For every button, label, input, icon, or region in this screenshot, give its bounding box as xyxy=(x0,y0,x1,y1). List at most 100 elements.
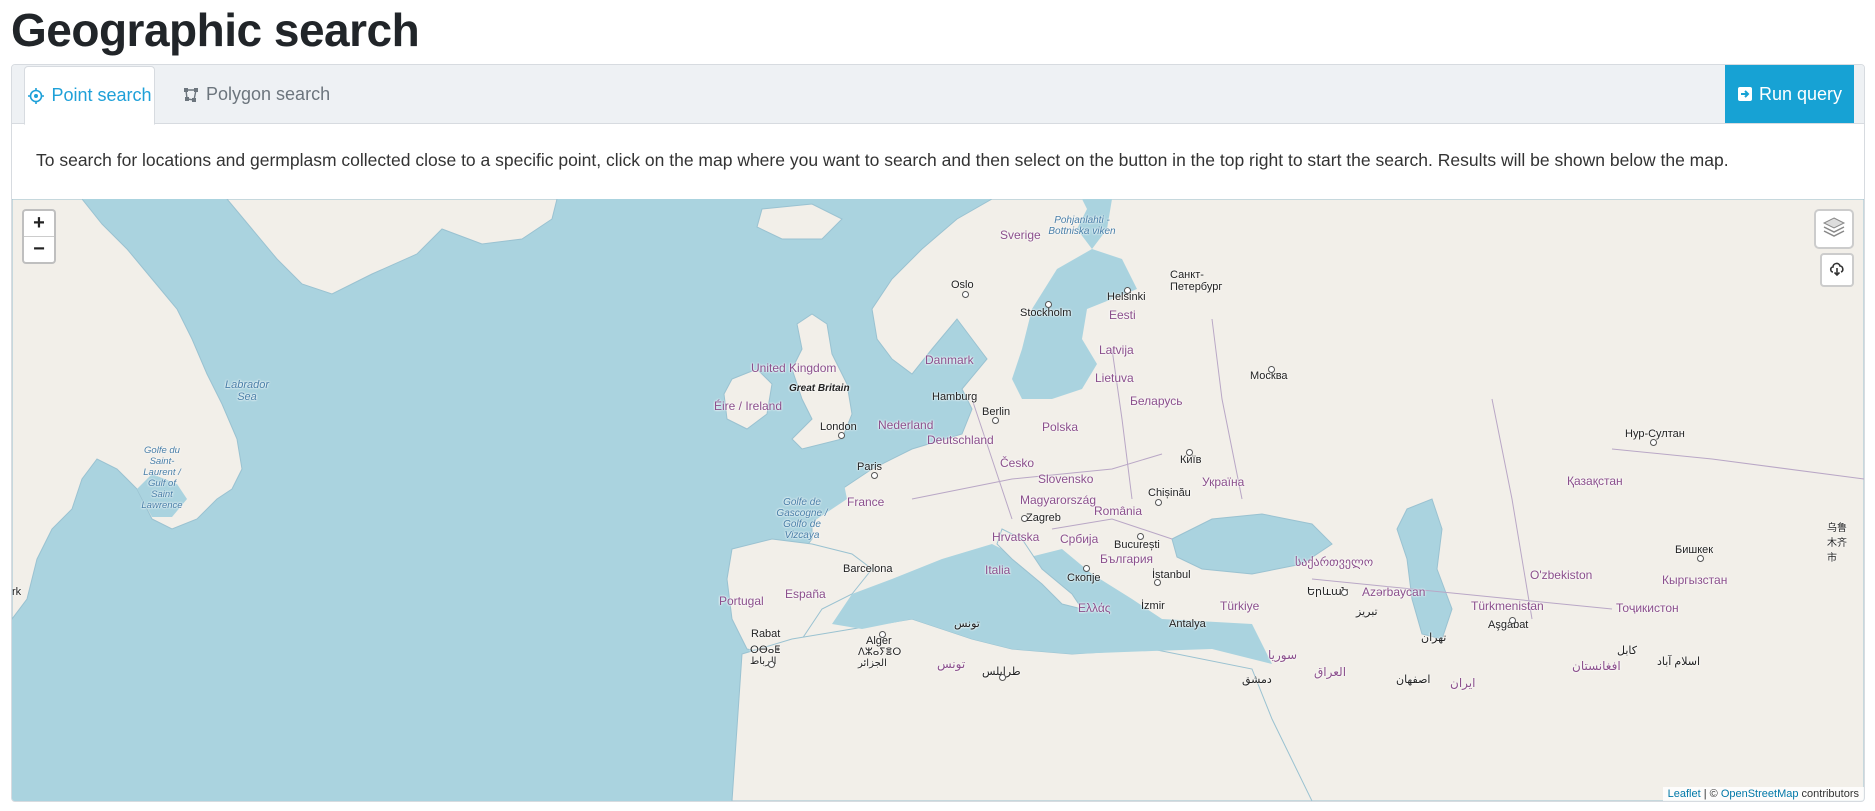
label-iran: ایران xyxy=(1450,676,1476,690)
label-urumqi: 乌鲁木齐市 xyxy=(1827,523,1847,564)
zoom-control: + − xyxy=(22,209,56,264)
tab-polygon-search-label: Polygon search xyxy=(206,84,331,104)
openstreetmap-link[interactable]: OpenStreetMap xyxy=(1721,788,1799,800)
label-surya: سوريا xyxy=(1268,648,1298,662)
city-marker xyxy=(838,432,845,439)
layers-icon xyxy=(1821,214,1847,245)
city-marker xyxy=(1186,449,1193,456)
run-query-button[interactable]: Run query xyxy=(1725,65,1854,123)
layers-button[interactable] xyxy=(1814,209,1854,249)
label-dimashq: دمشق xyxy=(1242,674,1272,686)
label-hamburg: Hamburg xyxy=(932,391,978,403)
label-espana: España xyxy=(785,587,826,601)
label-kyiv: Київ xyxy=(1180,454,1202,466)
label-eesti: Eesti xyxy=(1109,308,1136,322)
run-query-label: Run query xyxy=(1758,83,1843,104)
label-romania: România xyxy=(1094,504,1143,518)
search-card: Point search Polygon search Run query To… xyxy=(11,64,1865,802)
city-marker xyxy=(1697,555,1704,562)
label-afghanistan: افغانستان xyxy=(1572,659,1621,673)
label-srbija: Србија xyxy=(1060,532,1099,546)
label-izmir: İzmir xyxy=(1141,600,1165,612)
label-slovensko: Slovensko xyxy=(1038,472,1094,486)
label-france: France xyxy=(847,495,885,509)
label-spb: Санкт-Петербург xyxy=(1170,269,1223,293)
label-gb: Great Britain xyxy=(789,383,850,394)
label-deutschland: Deutschland xyxy=(927,433,994,447)
label-ellas: Ελλάς xyxy=(1078,601,1111,615)
label-tunis: تونس xyxy=(954,618,980,630)
label-cesko: Česko xyxy=(1000,456,1035,470)
label-islamabad: اسلام آباد xyxy=(1657,656,1701,668)
label-ukraina: Україна xyxy=(1202,475,1245,489)
zoom-out-button[interactable]: − xyxy=(24,236,54,262)
label-gascogne: Golfe de Gascogne / Golfo de Vizcaya xyxy=(776,497,828,541)
label-pohjanlahti: Pohjanlahti - Bottniska viken xyxy=(1048,215,1116,237)
city-marker xyxy=(962,291,969,298)
city-marker xyxy=(1124,287,1131,294)
cloud-download-icon xyxy=(1828,259,1846,282)
label-tojikiston: Тоҷикистон xyxy=(1616,601,1679,615)
help-text: To search for locations and germplasm co… xyxy=(36,150,1729,170)
label-eire: Éire / Ireland xyxy=(714,399,783,413)
label-esfahan: اصفهان xyxy=(1396,674,1431,686)
tab-polygon-search[interactable]: Polygon search xyxy=(182,66,332,123)
label-kabul: کابل xyxy=(1617,645,1637,657)
label-rk: rk xyxy=(12,586,22,598)
label-iraq: العراق xyxy=(1314,665,1347,679)
city-marker xyxy=(871,472,878,479)
city-marker xyxy=(879,631,886,638)
label-turkmenistan: Türkmenistan xyxy=(1471,599,1544,613)
polygon-icon xyxy=(182,86,200,104)
label-bishkek: Бишкек xyxy=(1675,544,1714,556)
label-nursultan: Нур-Султан xyxy=(1625,428,1685,440)
leaflet-link[interactable]: Leaflet xyxy=(1668,788,1701,800)
label-polska: Polska xyxy=(1042,420,1079,434)
map[interactable]: Sverige Pohjanlahti - Bottniska viken Os… xyxy=(12,199,1864,801)
label-kyrgyzstan: Кыргызстан xyxy=(1662,573,1728,587)
label-sverige: Sverige xyxy=(1000,228,1041,242)
city-marker xyxy=(1021,515,1028,522)
city-marker xyxy=(1650,439,1657,446)
city-marker xyxy=(1268,366,1275,373)
map-tiles xyxy=(12,199,1864,801)
label-antalya: Antalya xyxy=(1169,618,1206,630)
label-italia: Italia xyxy=(985,563,1011,577)
label-nederland: Nederland xyxy=(878,418,934,432)
label-paris: Paris xyxy=(857,461,883,473)
city-marker xyxy=(999,674,1006,681)
label-latvija: Latvija xyxy=(1099,343,1134,357)
label-uzbekiston: O'zbekiston xyxy=(1530,568,1593,582)
tab-point-search[interactable]: Point search xyxy=(24,66,155,125)
label-uk: United Kingdom xyxy=(751,361,837,375)
label-chisinau: Chișinău xyxy=(1148,487,1191,499)
city-marker xyxy=(1154,579,1161,586)
label-alger: Alger xyxy=(866,635,892,647)
map-attribution: Leaflet | © OpenStreetMap contributors xyxy=(1662,787,1864,801)
label-stockholm: Stockholm xyxy=(1020,307,1072,319)
city-marker xyxy=(1155,499,1162,506)
label-stlaurent: Golfe du Saint-Laurent / Gulf of Saint L… xyxy=(141,445,183,511)
label-oslo: Oslo xyxy=(951,279,974,291)
label-alger-ar: ⴷⵣⴰⵢⴻⵔ الجزائر xyxy=(858,647,902,669)
city-marker xyxy=(1341,589,1348,596)
label-sakartvelo: საქართველო xyxy=(1295,555,1374,569)
label-zagreb: Zagreb xyxy=(1026,512,1061,524)
label-magyar: Magyarország xyxy=(1020,493,1097,507)
crosshair-icon xyxy=(27,87,45,105)
label-danmark: Danmark xyxy=(925,353,974,367)
cloud-download-button[interactable] xyxy=(1820,253,1854,287)
label-lietuva: Lietuva xyxy=(1095,371,1134,385)
zoom-in-button[interactable]: + xyxy=(24,211,54,236)
label-tabriz: تبریز xyxy=(1356,606,1378,618)
label-tunis2: تونس xyxy=(937,657,966,671)
page-title: Geographic search xyxy=(11,4,420,56)
label-barcelona: Barcelona xyxy=(843,563,893,575)
city-marker xyxy=(1083,565,1090,572)
city-marker xyxy=(1509,617,1516,624)
label-bulgaria: България xyxy=(1100,552,1154,566)
label-hrvatska: Hrvatska xyxy=(992,530,1040,544)
label-turkiye: Türkiye xyxy=(1220,599,1260,613)
label-rabat: Rabat xyxy=(751,628,781,640)
label-azerbaycan: Azərbaycan xyxy=(1362,585,1426,599)
